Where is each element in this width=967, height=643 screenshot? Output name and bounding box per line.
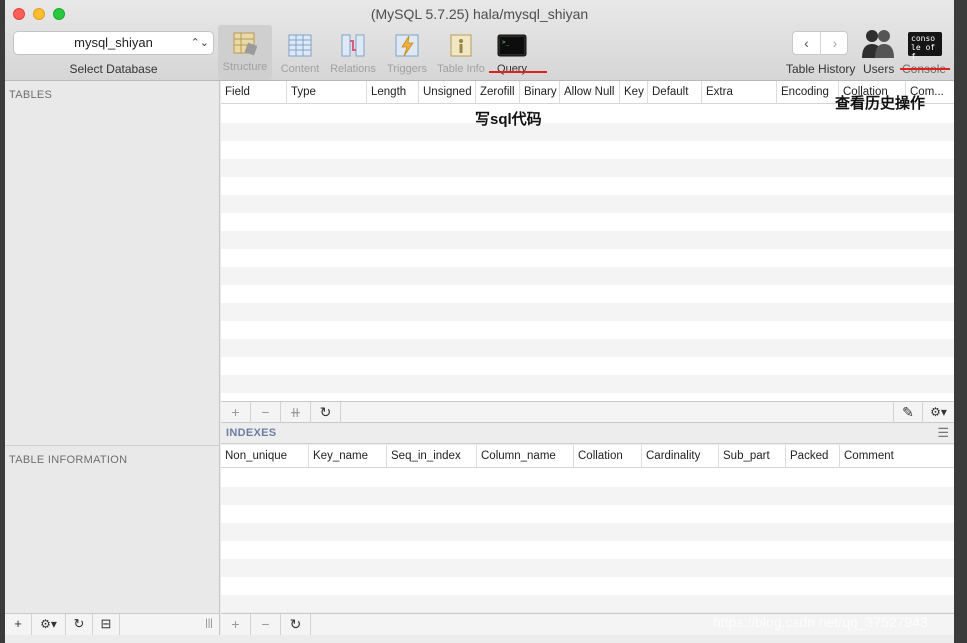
remove-field-button[interactable]: −: [251, 402, 281, 423]
column-header[interactable]: Field: [221, 81, 287, 104]
tab-triggers[interactable]: Triggers: [380, 27, 434, 80]
sidebar-divider[interactable]: [5, 445, 220, 446]
index-column-header[interactable]: Comment: [840, 445, 954, 468]
indexes-menu-icon[interactable]: ☰: [937, 425, 949, 441]
column-header[interactable]: Extra: [702, 81, 777, 104]
tables-heading: TABLES: [9, 89, 53, 101]
query-terminal-icon: >_: [497, 34, 527, 57]
indexes-heading: INDEXES: [226, 427, 277, 439]
users-button[interactable]: [861, 27, 895, 59]
index-column-header[interactable]: Cardinality: [642, 445, 719, 468]
console-off-icon: conso le off: [911, 34, 936, 61]
indexes-header-row: Non_unique Key_name Seq_in_index Column_…: [221, 445, 954, 468]
refresh-indexes-button[interactable]: ↻: [281, 614, 311, 635]
split-handle-icon[interactable]: |||: [198, 614, 220, 635]
svg-text:>_: >_: [502, 39, 510, 46]
structure-table: Field Type Length Unsigned Zerofill Bina…: [221, 81, 954, 401]
column-header[interactable]: Encoding: [777, 81, 839, 104]
structure-button-bar: + − ⧺ ↻ ✎ ⚙▾: [221, 401, 954, 423]
console-button[interactable]: conso le off: [908, 32, 942, 61]
window-title: (MySQL 5.7.25) hala/mysql_shiyan: [370, 6, 589, 22]
remove-index-button[interactable]: −: [251, 614, 281, 635]
column-header[interactable]: Default: [648, 81, 702, 104]
index-column-header[interactable]: Seq_in_index: [387, 445, 477, 468]
history-back-button[interactable]: ‹: [793, 32, 821, 54]
index-column-header[interactable]: Non_unique: [221, 445, 309, 468]
indexes-table: Non_unique Key_name Seq_in_index Column_…: [221, 445, 954, 612]
table-information-heading: TABLE INFORMATION: [9, 454, 128, 466]
filter-tables-button[interactable]: ⊟: [93, 614, 120, 635]
database-select-value: mysql_shiyan: [74, 35, 153, 50]
column-header[interactable]: Length: [367, 81, 419, 104]
column-header[interactable]: Type: [287, 81, 367, 104]
column-header[interactable]: Zerofill: [476, 81, 520, 104]
table-info-icon: [450, 34, 472, 57]
indexes-rows: [221, 469, 954, 612]
content-icon: [288, 34, 312, 57]
users-icon: [862, 30, 894, 58]
index-column-header[interactable]: Packed: [786, 445, 840, 468]
database-select[interactable]: mysql_shiyan ⌃⌄: [13, 31, 214, 55]
tab-structure[interactable]: Structure: [218, 25, 272, 80]
add-table-button[interactable]: +: [5, 614, 32, 635]
tab-relations[interactable]: Relations: [326, 27, 380, 80]
users-label: Users: [863, 62, 895, 76]
tab-table-info[interactable]: Table Info: [434, 27, 488, 80]
index-column-header[interactable]: Key_name: [309, 445, 387, 468]
column-header[interactable]: Binary: [520, 81, 560, 104]
query-annotation-text: 写sql代码: [475, 111, 542, 128]
select-database-label: Select Database: [69, 62, 158, 76]
chevron-updown-icon: ⌃⌄: [190, 37, 209, 49]
sidebar: TABLES TABLE INFORMATION: [5, 81, 220, 613]
duplicate-field-button[interactable]: ⧺: [281, 402, 311, 423]
index-column-header[interactable]: Column_name: [477, 445, 574, 468]
relations-icon: [341, 34, 365, 57]
column-header[interactable]: Key: [620, 81, 648, 104]
table-gear-menu[interactable]: ⚙▾: [32, 614, 66, 635]
column-header[interactable]: Allow Null: [560, 81, 620, 104]
history-navigation: ‹ ›: [792, 31, 848, 55]
index-column-header[interactable]: Sub_part: [719, 445, 786, 468]
history-forward-button[interactable]: ›: [821, 32, 849, 54]
watermark: https://blog.csdn.net/qq_37527943: [713, 614, 928, 630]
refresh-structure-button[interactable]: ↻: [311, 402, 341, 423]
tab-content[interactable]: Content: [273, 27, 327, 80]
add-field-button[interactable]: +: [221, 402, 251, 423]
column-header[interactable]: Unsigned: [419, 81, 476, 104]
sidebar-button-bar: + ⚙▾ ↻ ⊟ |||: [5, 613, 220, 635]
console-annotation-text: 查看历史操作: [835, 95, 926, 112]
triggers-icon: [395, 34, 419, 57]
structure-icon: [233, 32, 257, 56]
structure-gear-menu[interactable]: ⚙▾: [923, 402, 954, 423]
app-window: (MySQL 5.7.25) hala/mysql_shiyan mysql_s…: [5, 0, 954, 643]
add-index-button[interactable]: +: [221, 614, 251, 635]
structure-rows: [221, 105, 954, 401]
index-column-header[interactable]: Collation: [574, 445, 642, 468]
indexes-header: INDEXES ☰: [221, 424, 954, 444]
title-toolbar: (MySQL 5.7.25) hala/mysql_shiyan mysql_s…: [5, 0, 954, 81]
query-underline-annotation: [489, 71, 547, 73]
edit-field-button[interactable]: ✎: [893, 402, 923, 423]
refresh-tables-button[interactable]: ↻: [66, 614, 93, 635]
console-strike-annotation: [900, 68, 950, 70]
table-history-label: Table History: [786, 62, 856, 76]
